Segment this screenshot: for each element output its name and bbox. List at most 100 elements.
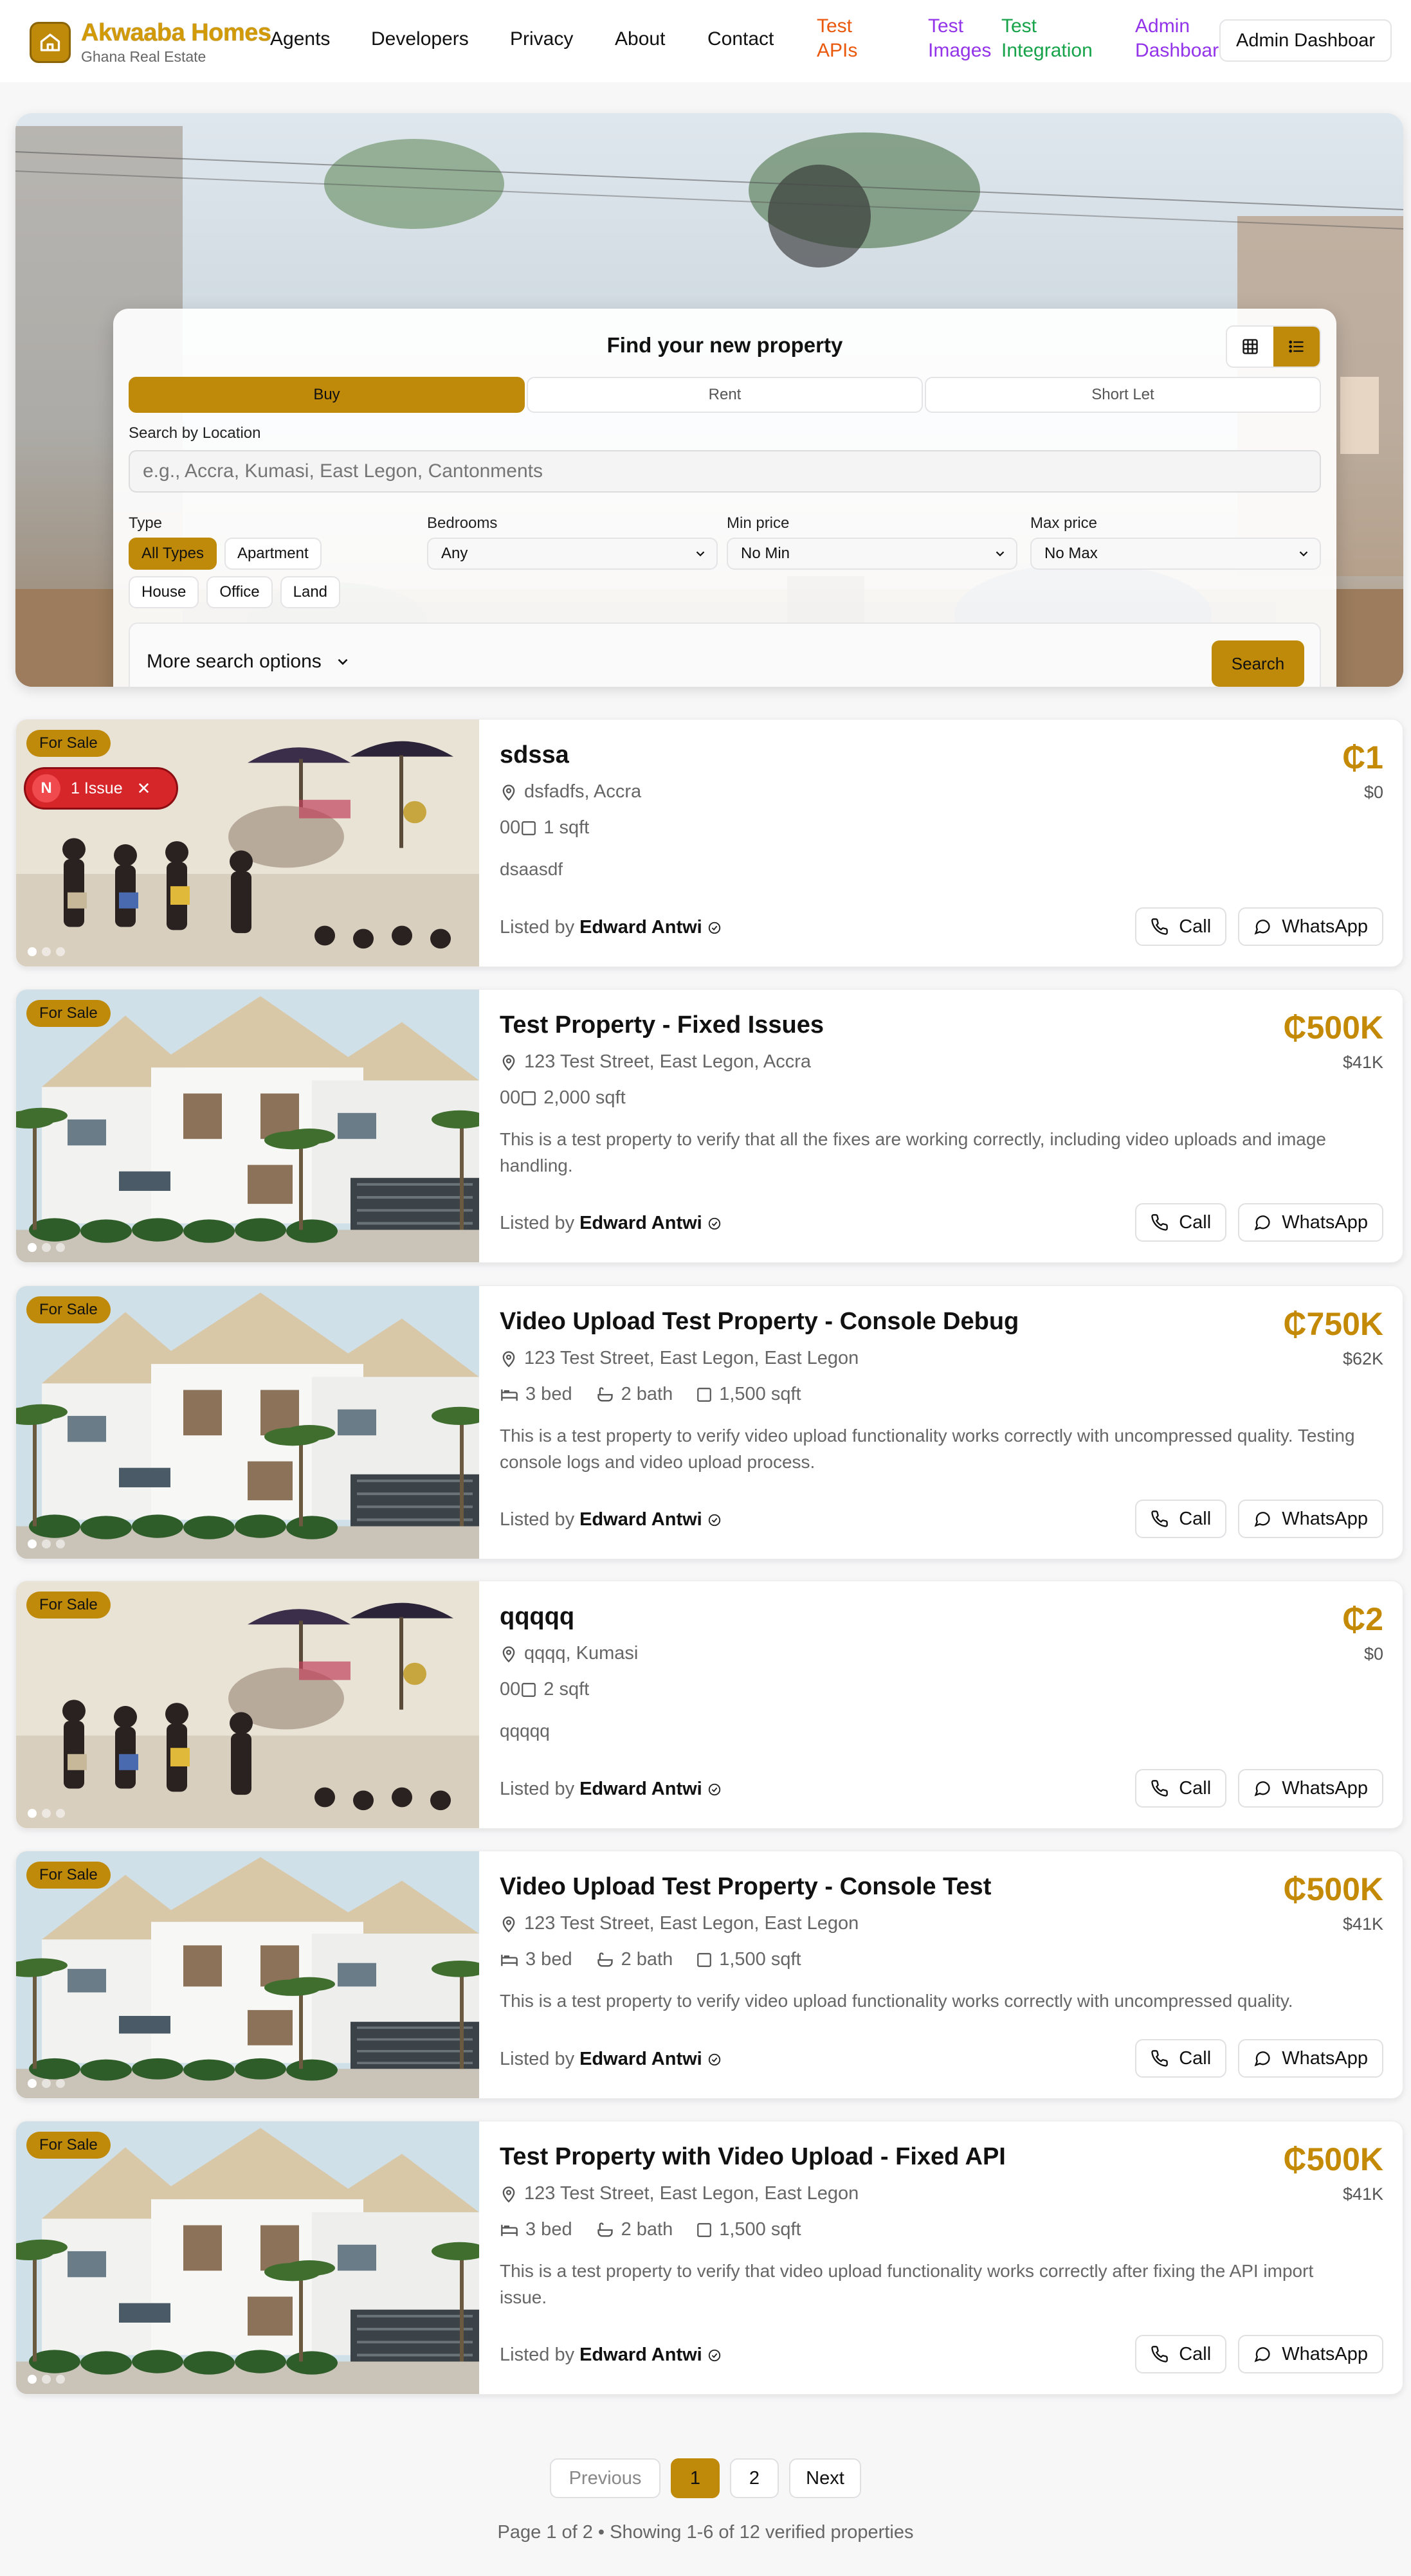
carousel-dot[interactable] bbox=[56, 1243, 65, 1252]
tab-short-let[interactable]: Short Let bbox=[925, 377, 1321, 413]
grid-view-button[interactable] bbox=[1227, 327, 1273, 367]
listing-photo-carousel[interactable]: For Sale bbox=[16, 1851, 479, 2098]
listing-photo-carousel[interactable]: For Sale N 1 Issue ✕ bbox=[16, 720, 479, 966]
listing-title[interactable]: sdssa bbox=[500, 741, 569, 769]
agent-name[interactable]: Edward Antwi bbox=[579, 1509, 702, 1530]
close-icon[interactable]: ✕ bbox=[137, 779, 151, 799]
carousel-dot[interactable] bbox=[56, 947, 65, 956]
listing-actions: Call WhatsApp bbox=[1124, 1769, 1383, 1808]
type-chip-house[interactable]: House bbox=[129, 576, 199, 608]
nav-test-apis[interactable]: Test APIs bbox=[817, 14, 857, 63]
agent-name[interactable]: Edward Antwi bbox=[579, 2345, 702, 2366]
whatsapp-button[interactable]: WhatsApp bbox=[1238, 907, 1383, 946]
nav-contact[interactable]: Contact bbox=[707, 28, 774, 50]
listing-title[interactable]: Video Upload Test Property - Console Tes… bbox=[500, 1873, 991, 1901]
listing-title[interactable]: qqqqq bbox=[500, 1603, 574, 1631]
listing-photo-carousel[interactable]: For Sale bbox=[16, 1286, 479, 1559]
listing-title[interactable]: Test Property - Fixed Issues bbox=[500, 1011, 824, 1039]
agent-name[interactable]: Edward Antwi bbox=[579, 1213, 702, 1234]
listing-title[interactable]: Test Property with Video Upload - Fixed … bbox=[500, 2143, 1006, 2171]
max-price-select[interactable]: No Max bbox=[1030, 538, 1321, 570]
carousel-dot[interactable] bbox=[56, 1809, 65, 1818]
carousel-dot[interactable] bbox=[42, 1243, 51, 1252]
listing-photo-carousel[interactable]: For Sale bbox=[16, 990, 479, 1262]
min-price-select[interactable]: No Min bbox=[727, 538, 1017, 570]
carousel-dot[interactable] bbox=[42, 2375, 51, 2384]
carousel-dot[interactable] bbox=[28, 947, 37, 956]
page-button-1[interactable]: 1 bbox=[671, 2458, 720, 2498]
location-pin-icon bbox=[502, 2186, 515, 2202]
carousel-dot[interactable] bbox=[42, 2079, 51, 2088]
admin-dashboard-button[interactable]: Admin Dashboar bbox=[1219, 19, 1392, 62]
whatsapp-button[interactable]: WhatsApp bbox=[1238, 1203, 1383, 1242]
tab-rent[interactable]: Rent bbox=[527, 377, 923, 413]
list-view-button[interactable] bbox=[1273, 327, 1320, 367]
nav-about[interactable]: About bbox=[615, 28, 665, 50]
carousel-dot[interactable] bbox=[28, 1809, 37, 1818]
call-button[interactable]: Call bbox=[1135, 1203, 1227, 1242]
carousel-dot[interactable] bbox=[28, 1243, 37, 1252]
listing-card[interactable]: For Sale qqqqq ₵2 $0 qqqq, Kumasi 00 2 sq… bbox=[15, 1581, 1403, 1829]
whatsapp-button[interactable]: WhatsApp bbox=[1238, 2335, 1383, 2373]
location-search-input[interactable] bbox=[129, 450, 1321, 493]
bedrooms-select[interactable]: Any bbox=[427, 538, 718, 570]
previous-page-button[interactable]: Previous bbox=[550, 2458, 660, 2498]
carousel-dot[interactable] bbox=[42, 1539, 51, 1548]
listing-beds-value: 3 bed bbox=[525, 2219, 572, 2240]
call-button[interactable]: Call bbox=[1135, 907, 1227, 946]
tab-buy[interactable]: Buy bbox=[129, 377, 525, 413]
listing-card[interactable]: For Sale Video Upload Test Property - Co… bbox=[15, 1851, 1403, 2099]
listing-card[interactable]: For Sale Test Property - Fixed Issues ₵5… bbox=[15, 989, 1403, 1263]
nav-test-images[interactable]: Test Images bbox=[928, 14, 991, 63]
page-button-2[interactable]: 2 bbox=[730, 2458, 779, 2498]
listing-photo-carousel[interactable]: For Sale bbox=[16, 2121, 479, 2394]
issue-indicator[interactable]: N 1 Issue ✕ bbox=[24, 767, 178, 810]
type-chip-land[interactable]: Land bbox=[280, 576, 341, 608]
property-type-chips: All Types Apartment House Office Land bbox=[129, 538, 405, 615]
agent-name[interactable]: Edward Antwi bbox=[579, 917, 702, 938]
type-chip-office[interactable]: Office bbox=[206, 576, 273, 608]
listing-actions: Call WhatsApp bbox=[1124, 1500, 1383, 1538]
phone-icon bbox=[1151, 918, 1169, 935]
carousel-dots bbox=[28, 2079, 70, 2088]
nav-test-integration[interactable]: Test Integration bbox=[1001, 14, 1093, 63]
carousel-dot[interactable] bbox=[42, 947, 51, 956]
call-button[interactable]: Call bbox=[1135, 2039, 1227, 2078]
listing-photo-carousel[interactable]: For Sale bbox=[16, 1581, 479, 1828]
call-button[interactable]: Call bbox=[1135, 2335, 1227, 2373]
listing-card[interactable]: For Sale Video Upload Test Property - Co… bbox=[15, 1285, 1403, 1559]
carousel-dot[interactable] bbox=[42, 1809, 51, 1818]
nav-agents[interactable]: Agents bbox=[270, 28, 330, 50]
listing-description: This is a test property to verify video … bbox=[500, 1426, 1355, 1472]
call-button[interactable]: Call bbox=[1135, 1500, 1227, 1538]
agent-name[interactable]: Edward Antwi bbox=[579, 2049, 702, 2070]
carousel-dot[interactable] bbox=[28, 1539, 37, 1548]
listing-title[interactable]: Video Upload Test Property - Console Deb… bbox=[500, 1308, 1019, 1336]
listing-card[interactable]: For Sale Test Property with Video Upload… bbox=[15, 2121, 1403, 2395]
listing-description: This is a test property to verify that v… bbox=[500, 2261, 1314, 2307]
call-button[interactable]: Call bbox=[1135, 1769, 1227, 1808]
whatsapp-button[interactable]: WhatsApp bbox=[1238, 1769, 1383, 1808]
more-search-options-toggle[interactable]: More search options bbox=[147, 651, 351, 673]
whatsapp-button[interactable]: WhatsApp bbox=[1238, 2039, 1383, 2078]
carousel-dot[interactable] bbox=[56, 2079, 65, 2088]
pagination-status: Page 1 of 2 • Showing 1-6 of 12 verified… bbox=[497, 2522, 914, 2543]
carousel-dot[interactable] bbox=[28, 2079, 37, 2088]
type-chip-all[interactable]: All Types bbox=[129, 538, 217, 570]
brand-logo[interactable]: Akwaaba Homes Ghana Real Estate bbox=[30, 19, 271, 66]
carousel-dot[interactable] bbox=[28, 2375, 37, 2384]
listing-card[interactable]: For Sale N 1 Issue ✕ sdssa ₵1 $0 dsfadfs… bbox=[15, 719, 1403, 967]
type-chip-apartment[interactable]: Apartment bbox=[224, 538, 322, 570]
whatsapp-button[interactable]: WhatsApp bbox=[1238, 1500, 1383, 1538]
whatsapp-label: WhatsApp bbox=[1282, 916, 1368, 937]
carousel-dot[interactable] bbox=[56, 2375, 65, 2384]
agent-name[interactable]: Edward Antwi bbox=[579, 1779, 702, 1800]
area-icon bbox=[697, 1387, 712, 1402]
carousel-dot[interactable] bbox=[56, 1539, 65, 1548]
next-page-button[interactable]: Next bbox=[789, 2458, 861, 2498]
search-button[interactable]: Search bbox=[1212, 640, 1304, 687]
nav-privacy[interactable]: Privacy bbox=[510, 28, 573, 50]
nav-developers[interactable]: Developers bbox=[371, 28, 469, 50]
listing-location-text: 123 Test Street, East Legon, Accra bbox=[524, 1051, 812, 1072]
nav-admin-dashboard[interactable]: Admin Dashboard bbox=[1135, 14, 1230, 63]
